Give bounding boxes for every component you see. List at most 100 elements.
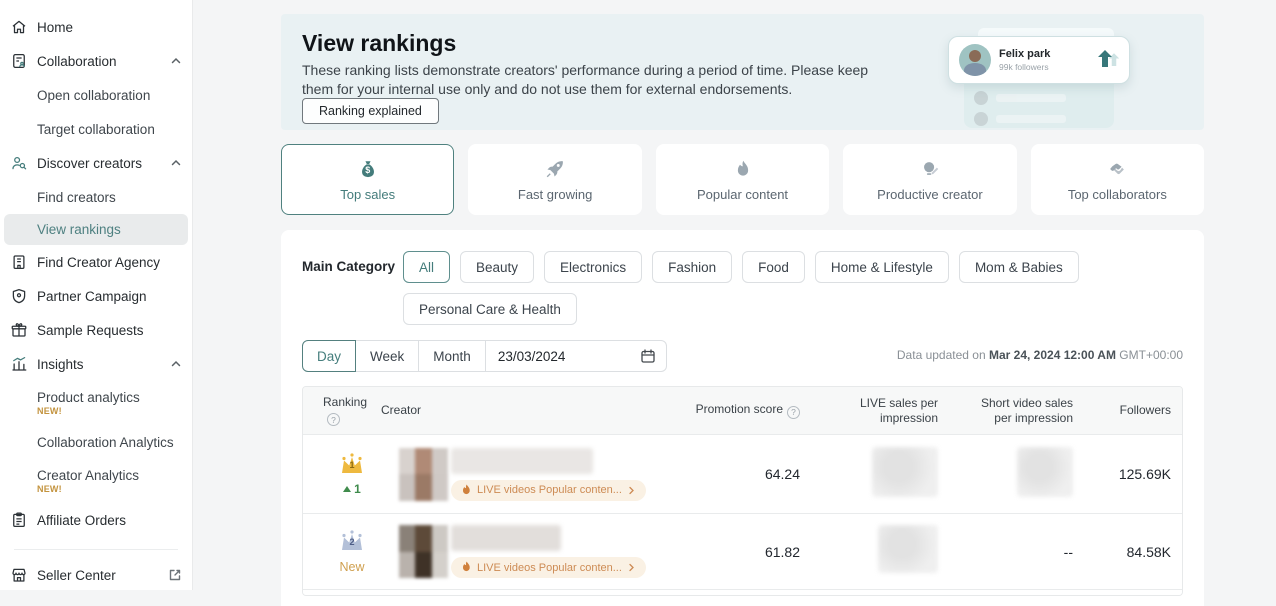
category-chip-fashion[interactable]: Fashion — [652, 251, 732, 283]
sidebar-item-home[interactable]: Home — [0, 10, 192, 44]
rank-cell: 1 1 — [303, 452, 381, 496]
live-videos-badge[interactable]: LIVE videos Popular conten... — [451, 557, 646, 578]
sidebar: Home Collaboration Open collaboration Ta… — [0, 0, 193, 590]
sidebar-item-label: Open collaboration — [37, 88, 182, 103]
tab-productive-creator[interactable]: Productive creator — [843, 144, 1016, 215]
promotion-score-cell: 64.24 — [693, 466, 828, 482]
period-day-button[interactable]: Day — [302, 340, 356, 372]
illustration-creator-name: Felix park — [999, 48, 1093, 60]
category-chip-mom-babies[interactable]: Mom & Babies — [959, 251, 1079, 283]
rank-number: 2 — [337, 537, 367, 547]
external-link-icon — [168, 568, 182, 582]
period-month-button[interactable]: Month — [419, 340, 486, 372]
table-row[interactable]: 2 New — [303, 513, 1182, 589]
tab-fast-growing[interactable]: Fast growing — [468, 144, 641, 215]
category-chip-food[interactable]: Food — [742, 251, 805, 283]
updated-prefix: Data updated on — [897, 348, 986, 362]
short-video-sales-cell — [963, 447, 1093, 502]
sidebar-item-discover-creators[interactable]: Discover creators — [0, 146, 192, 180]
lightbulb-pencil-icon — [919, 158, 941, 180]
chevron-up-icon[interactable] — [170, 55, 182, 67]
period-week-button[interactable]: Week — [356, 340, 419, 372]
sidebar-item-label: Collaboration Analytics — [37, 435, 182, 450]
data-updated-text: Data updated on Mar 24, 2024 12:00 AM GM… — [897, 348, 1183, 362]
help-icon[interactable]: ? — [787, 406, 800, 419]
chevron-up-icon[interactable] — [170, 157, 182, 169]
shield-icon — [10, 287, 28, 305]
avatar — [974, 112, 988, 126]
live-videos-badge[interactable]: LIVE videos Popular conten... — [451, 480, 646, 501]
header-live-sales: LIVE sales per impression — [828, 396, 963, 426]
main-content: View rankings These ranking lists demons… — [281, 0, 1204, 590]
sidebar-item-sample-requests[interactable]: Sample Requests — [0, 313, 192, 347]
flame-icon — [732, 158, 754, 180]
up-arrow-icon — [1093, 47, 1119, 73]
rank-number: 1 — [337, 460, 367, 470]
rank-change-up: 1 — [343, 482, 361, 496]
help-icon[interactable]: ? — [327, 413, 340, 426]
sidebar-item-label: Find creators — [37, 190, 182, 205]
banner-description: These ranking lists demonstrate creators… — [302, 61, 902, 98]
new-badge: NEW! — [37, 484, 182, 494]
sidebar-item-product-analytics[interactable]: Product analytics NEW! — [0, 381, 192, 425]
sidebar-item-label: Home — [37, 20, 182, 35]
blurred-creator-name — [451, 525, 561, 551]
creator-cell: LIVE videos Popular conten... — [381, 525, 693, 578]
gold-crown-icon: 1 — [337, 452, 367, 478]
sidebar-item-collaboration[interactable]: Collaboration — [0, 44, 192, 78]
sidebar-item-label: Insights — [37, 357, 170, 372]
sidebar-item-find-creators[interactable]: Find creators — [0, 180, 192, 214]
header-promotion-score: Promotion score? — [693, 402, 828, 419]
followers-cell: 84.58K — [1093, 544, 1181, 560]
sidebar-item-label: Sample Requests — [37, 323, 182, 338]
table-row[interactable]: 1 1 — [303, 434, 1182, 513]
sidebar-item-find-creator-agency[interactable]: Find Creator Agency — [0, 245, 192, 279]
blurred-creator-name — [451, 448, 593, 474]
sidebar-item-target-collaboration[interactable]: Target collaboration — [0, 112, 192, 146]
gift-icon — [10, 321, 28, 339]
header-creator: Creator — [381, 403, 693, 418]
creator-cell: LIVE videos Popular conten... — [381, 448, 693, 501]
calendar-icon — [640, 348, 656, 364]
category-chip-beauty[interactable]: Beauty — [460, 251, 534, 283]
chevron-up-icon[interactable] — [170, 358, 182, 370]
sidebar-item-partner-campaign[interactable]: Partner Campaign — [0, 279, 192, 313]
sidebar-item-seller-center[interactable]: Seller Center — [0, 558, 192, 592]
sidebar-item-view-rankings[interactable]: View rankings — [4, 214, 188, 245]
badge-label: LIVE videos Popular conten... — [477, 562, 622, 574]
collaboration-icon — [10, 52, 28, 70]
rank-cell: 2 New — [303, 529, 381, 574]
sidebar-item-affiliate-orders[interactable]: Affiliate Orders — [0, 503, 192, 537]
category-chip-personal-care-health[interactable]: Personal Care & Health — [403, 293, 577, 325]
category-chip-all[interactable]: All — [403, 251, 450, 283]
rocket-icon — [544, 158, 566, 180]
tab-top-collaborators[interactable]: Top collaborators — [1031, 144, 1204, 215]
blurred-avatar — [399, 525, 448, 578]
agency-building-icon — [10, 253, 28, 271]
header-followers: Followers — [1093, 403, 1181, 418]
sidebar-item-insights[interactable]: Insights — [0, 347, 192, 381]
sidebar-divider — [14, 549, 178, 550]
chevron-right-icon — [627, 563, 636, 572]
ranking-explained-button[interactable]: Ranking explained — [302, 98, 439, 124]
tab-popular-content[interactable]: Popular content — [656, 144, 829, 215]
home-icon — [10, 18, 28, 36]
ranking-type-tabs: $ Top sales Fast growing Popular content… — [281, 144, 1204, 215]
category-chip-home-lifestyle[interactable]: Home & Lifestyle — [815, 251, 949, 283]
date-value: 23/03/2024 — [498, 349, 640, 364]
sidebar-item-label: Seller Center — [37, 568, 168, 583]
sidebar-item-creator-analytics[interactable]: Creator Analytics NEW! — [0, 459, 192, 503]
blurred-value — [1017, 447, 1073, 497]
rank-new-label: New — [339, 560, 364, 574]
sidebar-item-open-collaboration[interactable]: Open collaboration — [0, 78, 192, 112]
date-picker[interactable]: 23/03/2024 — [486, 340, 667, 372]
view-rankings-banner: View rankings These ranking lists demons… — [281, 14, 1204, 130]
money-bag-icon: $ — [357, 158, 379, 180]
sidebar-item-collaboration-analytics[interactable]: Collaboration Analytics — [0, 425, 192, 459]
sidebar-item-label: Target collaboration — [37, 122, 182, 137]
category-chip-electronics[interactable]: Electronics — [544, 251, 642, 283]
tab-top-sales[interactable]: $ Top sales — [281, 144, 454, 215]
sidebar-item-label: Partner Campaign — [37, 289, 182, 304]
ranking-illustration: Felix park 99k followers — [942, 22, 1152, 128]
table-header-row: Ranking? Creator Promotion score? LIVE s… — [303, 387, 1182, 434]
